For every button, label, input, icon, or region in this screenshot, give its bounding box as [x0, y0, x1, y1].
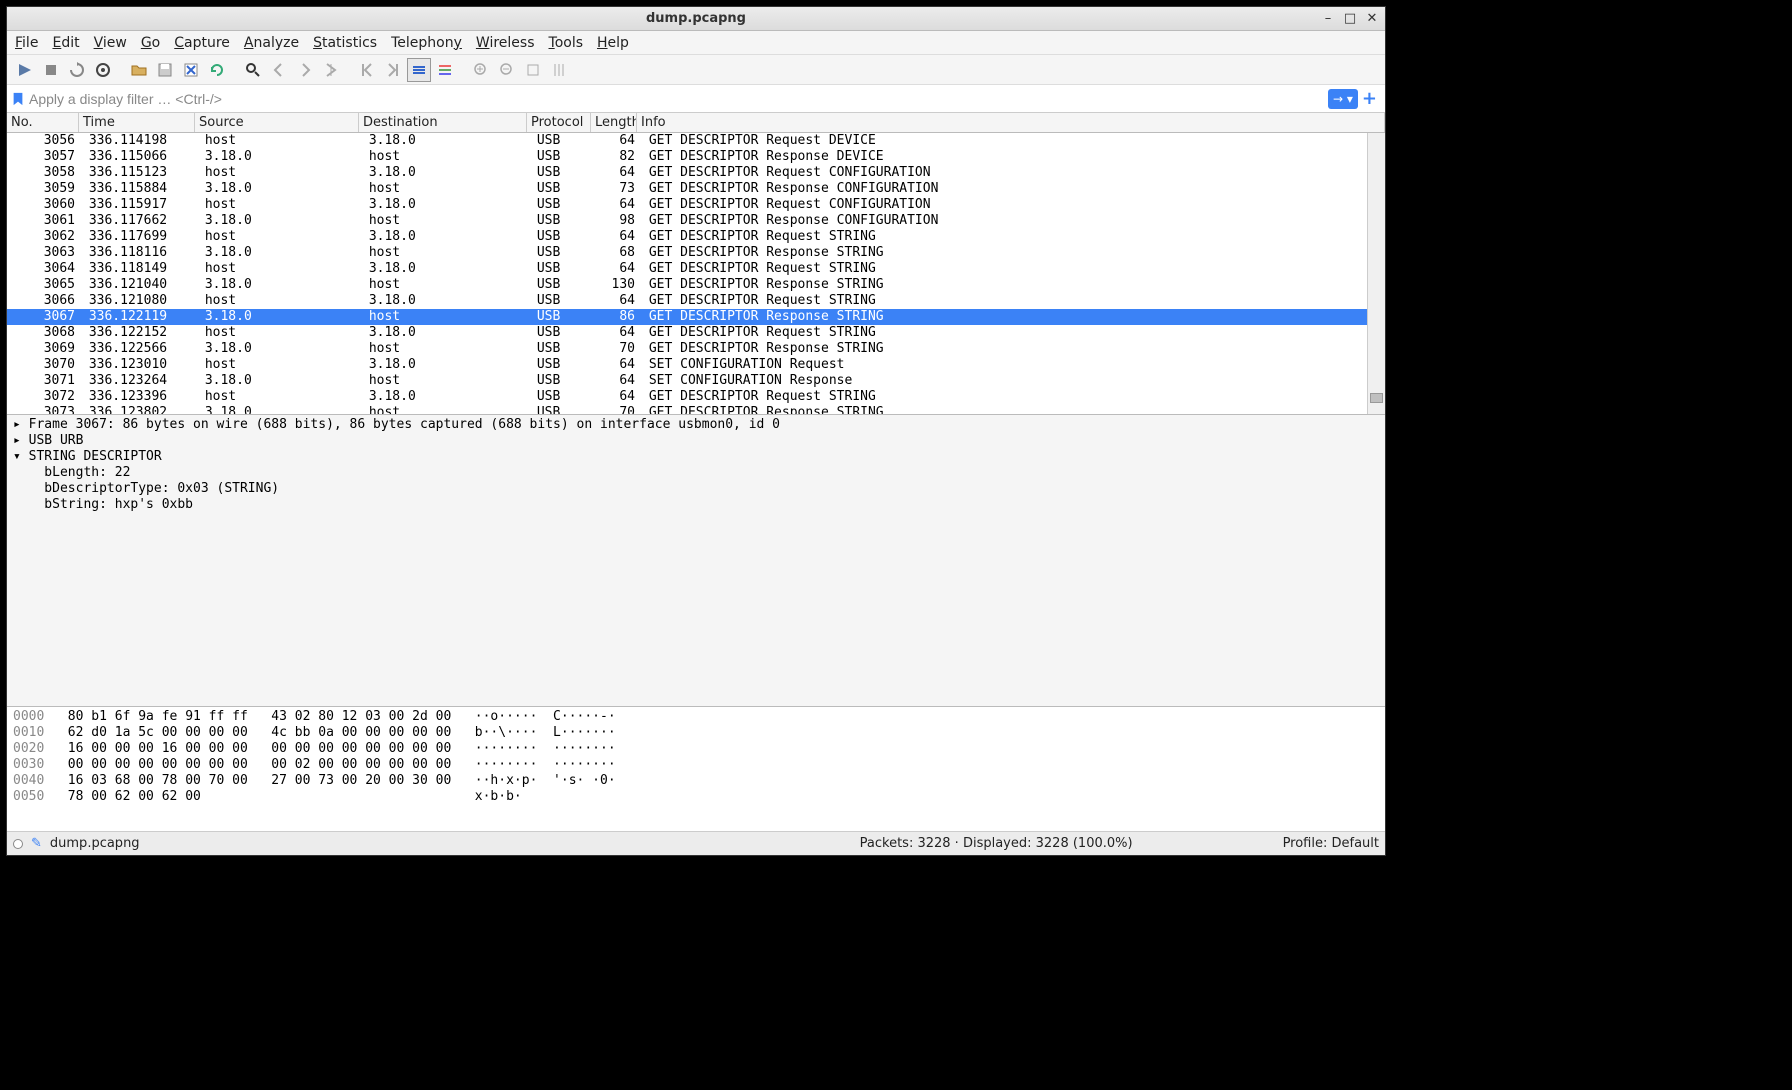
- scrollbar-thumb[interactable]: [1370, 393, 1383, 403]
- menu-go[interactable]: Go: [141, 35, 160, 51]
- close-button[interactable]: ✕: [1365, 12, 1379, 26]
- zoom-out-icon[interactable]: [495, 58, 519, 82]
- packet-list[interactable]: 3056 336.114198 host 3.18.0 USB64 GET DE…: [7, 133, 1385, 415]
- bookmark-icon[interactable]: [11, 92, 25, 106]
- column-header-time[interactable]: Time: [79, 113, 195, 132]
- open-file-icon[interactable]: [127, 58, 151, 82]
- expert-info-icon[interactable]: [13, 839, 23, 849]
- packet-bytes[interactable]: 0000 80 b1 6f 9a fe 91 ff ff 43 02 80 12…: [7, 707, 1385, 831]
- packet-row[interactable]: 3067 336.122119 3.18.0 host USB86 GET DE…: [7, 309, 1367, 325]
- resize-columns-icon[interactable]: [547, 58, 571, 82]
- restart-capture-icon[interactable]: [65, 58, 89, 82]
- detail-line[interactable]: bDescriptorType: 0x03 (STRING): [13, 481, 1379, 497]
- column-header-length[interactable]: Length: [591, 113, 637, 132]
- packet-row[interactable]: 3057 336.115066 3.18.0 host USB82 GET DE…: [7, 149, 1367, 165]
- packet-row[interactable]: 3065 336.121040 3.18.0 host USB130 GET D…: [7, 277, 1367, 293]
- menu-help[interactable]: Help: [597, 35, 629, 51]
- close-file-icon[interactable]: [179, 58, 203, 82]
- hex-line[interactable]: 0010 62 d0 1a 5c 00 00 00 00 4c bb 0a 00…: [13, 725, 1379, 741]
- menu-edit[interactable]: Edit: [52, 35, 79, 51]
- minimize-button[interactable]: –: [1321, 12, 1335, 26]
- packet-row[interactable]: 3060 336.115917 host 3.18.0 USB64 GET DE…: [7, 197, 1367, 213]
- status-file: dump.pcapng: [50, 836, 140, 851]
- find-packet-icon[interactable]: [241, 58, 265, 82]
- column-header-source[interactable]: Source: [195, 113, 359, 132]
- menubar: File Edit View Go Capture Analyze Statis…: [7, 31, 1385, 55]
- packet-details[interactable]: ▸ Frame 3067: 86 bytes on wire (688 bits…: [7, 415, 1385, 707]
- start-capture-icon[interactable]: [13, 58, 37, 82]
- maximize-button[interactable]: □: [1343, 12, 1357, 26]
- detail-line[interactable]: bLength: 22: [13, 465, 1379, 481]
- menu-view[interactable]: View: [94, 35, 127, 51]
- menu-telephony[interactable]: Telephony: [391, 35, 462, 51]
- go-last-icon[interactable]: [381, 58, 405, 82]
- go-forward-icon[interactable]: [293, 58, 317, 82]
- detail-line[interactable]: ▸ Frame 3067: 86 bytes on wire (688 bits…: [13, 417, 1379, 433]
- capture-file-properties-icon[interactable]: ✎: [31, 836, 42, 851]
- menu-analyze[interactable]: Analyze: [244, 35, 299, 51]
- stop-capture-icon[interactable]: [39, 58, 63, 82]
- packet-row[interactable]: 3064 336.118149 host 3.18.0 USB64 GET DE…: [7, 261, 1367, 277]
- reload-file-icon[interactable]: [205, 58, 229, 82]
- menu-tools[interactable]: Tools: [549, 35, 584, 51]
- packet-row[interactable]: 3069 336.122566 3.18.0 host USB70 GET DE…: [7, 341, 1367, 357]
- display-filter-input[interactable]: [29, 91, 1324, 107]
- packet-row[interactable]: 3068 336.122152 host 3.18.0 USB64 GET DE…: [7, 325, 1367, 341]
- apply-filter-button[interactable]: → ▾: [1328, 89, 1358, 109]
- packet-row[interactable]: 3066 336.121080 host 3.18.0 USB64 GET DE…: [7, 293, 1367, 309]
- zoom-reset-icon[interactable]: [521, 58, 545, 82]
- hex-line[interactable]: 0030 00 00 00 00 00 00 00 00 00 02 00 00…: [13, 757, 1379, 773]
- go-back-icon[interactable]: [267, 58, 291, 82]
- window-title: dump.pcapng: [646, 11, 746, 26]
- auto-scroll-icon[interactable]: [407, 58, 431, 82]
- go-to-packet-icon[interactable]: [319, 58, 343, 82]
- window-controls: – □ ✕: [1321, 7, 1379, 30]
- packet-row[interactable]: 3058 336.115123 host 3.18.0 USB64 GET DE…: [7, 165, 1367, 181]
- go-first-icon[interactable]: [355, 58, 379, 82]
- toolbar: [7, 55, 1385, 85]
- packet-row[interactable]: 3062 336.117699 host 3.18.0 USB64 GET DE…: [7, 229, 1367, 245]
- packet-row[interactable]: 3061 336.117662 3.18.0 host USB98 GET DE…: [7, 213, 1367, 229]
- packet-list-scrollbar[interactable]: [1367, 133, 1385, 414]
- menu-statistics[interactable]: Statistics: [313, 35, 377, 51]
- hex-line[interactable]: 0040 16 03 68 00 78 00 70 00 27 00 73 00…: [13, 773, 1379, 789]
- hex-line[interactable]: 0000 80 b1 6f 9a fe 91 ff ff 43 02 80 12…: [13, 709, 1379, 725]
- app-window: dump.pcapng – □ ✕ File Edit View Go Capt…: [6, 6, 1386, 856]
- capture-options-icon[interactable]: [91, 58, 115, 82]
- detail-line[interactable]: ▾ STRING DESCRIPTOR: [13, 449, 1379, 465]
- menu-capture[interactable]: Capture: [174, 35, 230, 51]
- column-header-destination[interactable]: Destination: [359, 113, 527, 132]
- add-filter-button[interactable]: +: [1362, 88, 1377, 109]
- hex-line[interactable]: 0020 16 00 00 00 16 00 00 00 00 00 00 00…: [13, 741, 1379, 757]
- packet-row[interactable]: 3063 336.118116 3.18.0 host USB68 GET DE…: [7, 245, 1367, 261]
- menu-wireless[interactable]: Wireless: [476, 35, 535, 51]
- packet-row[interactable]: 3056 336.114198 host 3.18.0 USB64 GET DE…: [7, 133, 1367, 149]
- menu-file[interactable]: File: [15, 35, 38, 51]
- save-file-icon[interactable]: [153, 58, 177, 82]
- packet-row[interactable]: 3059 336.115884 3.18.0 host USB73 GET DE…: [7, 181, 1367, 197]
- column-header-info[interactable]: Info: [637, 113, 1385, 132]
- packet-row[interactable]: 3071 336.123264 3.18.0 host USB64 SET CO…: [7, 373, 1367, 389]
- display-filter-bar: → ▾ +: [7, 85, 1385, 113]
- statusbar: ✎ dump.pcapng Packets: 3228 · Displayed:…: [7, 831, 1385, 855]
- packet-row[interactable]: 3070 336.123010 host 3.18.0 USB64 SET CO…: [7, 357, 1367, 373]
- colorize-icon[interactable]: [433, 58, 457, 82]
- column-header-no[interactable]: No.: [7, 113, 79, 132]
- packet-row[interactable]: 3072 336.123396 host 3.18.0 USB64 GET DE…: [7, 389, 1367, 405]
- status-packet-count: Packets: 3228 · Displayed: 3228 (100.0%): [860, 836, 1133, 851]
- hex-line[interactable]: 0050 78 00 62 00 62 00 x·b·b·: [13, 789, 1379, 805]
- detail-line[interactable]: ▸ USB URB: [13, 433, 1379, 449]
- packet-list-header: No. Time Source Destination Protocol Len…: [7, 113, 1385, 133]
- column-header-protocol[interactable]: Protocol: [527, 113, 591, 132]
- zoom-in-icon[interactable]: [469, 58, 493, 82]
- detail-line[interactable]: bString: hxp's 0xbb: [13, 497, 1379, 513]
- status-profile[interactable]: Profile: Default: [1283, 836, 1379, 851]
- packet-row[interactable]: 3073 336.123802 3.18.0 host USB70 GET DE…: [7, 405, 1367, 415]
- titlebar: dump.pcapng – □ ✕: [7, 7, 1385, 31]
